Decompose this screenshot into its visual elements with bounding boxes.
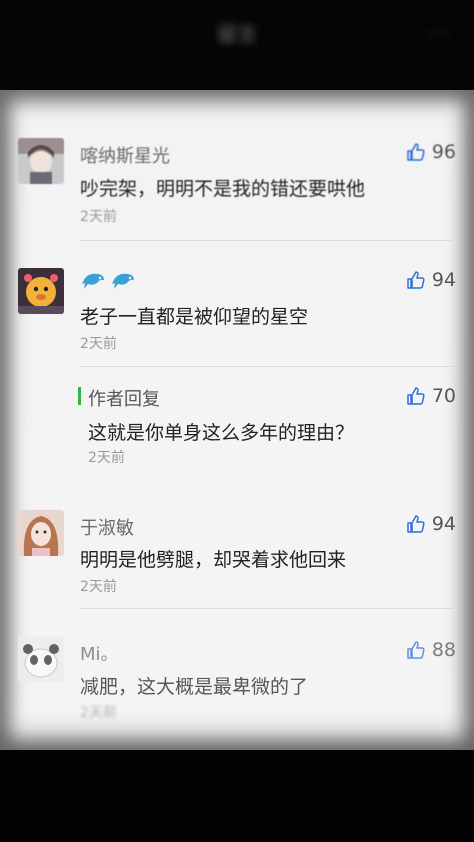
comment-text: 明明是他劈腿，却哭着求他回来 (80, 549, 347, 571)
like-button[interactable]: 70 (406, 384, 456, 408)
comment-list: 喀纳斯星光 96 吵完架，明明不是我的错还要哄他 2天前 94 老子一直都是被仰… (0, 90, 474, 750)
comment-time: 2天前 (80, 209, 117, 225)
nickname-dolphin-emoji[interactable] (80, 270, 136, 292)
like-count: 94 (431, 269, 456, 291)
like-button[interactable]: 94 (406, 268, 456, 292)
author-reply-text: 这就是你单身这么多年的理由？ (88, 422, 355, 444)
like-count: 88 (431, 639, 456, 661)
divider (80, 240, 456, 241)
like-button[interactable]: 88 (406, 638, 456, 662)
bottom-bar (0, 750, 474, 842)
page-title: 留言 (217, 22, 257, 46)
comment-author[interactable]: 于淑敏 (80, 514, 134, 540)
comment-time: 2天前 (80, 336, 117, 352)
comment-time: 2天前 (80, 579, 117, 595)
divider (80, 366, 456, 367)
author-reply-accent (78, 387, 81, 405)
top-bar: 留言 ··· (0, 0, 474, 90)
more-menu-icon[interactable]: ··· (427, 22, 452, 46)
thumbs-up-icon (407, 641, 425, 659)
author-reply-time: 2天前 (88, 450, 125, 466)
like-count: 94 (431, 513, 456, 535)
comment-author[interactable]: Mi。 (80, 640, 119, 666)
thumbs-up-icon (407, 515, 425, 533)
avatar[interactable] (18, 138, 64, 184)
dolphin-icon (82, 273, 104, 289)
dolphin-icon (112, 273, 134, 289)
comment-text: 老子一直都是被仰望的星空 (80, 306, 309, 328)
comment-time: 2天前 (80, 705, 117, 721)
like-count: 96 (431, 141, 456, 163)
author-reply-label: 作者回复 (88, 389, 160, 410)
avatar[interactable] (18, 510, 64, 556)
like-button[interactable]: 94 (406, 512, 456, 536)
comment-author[interactable]: 喀纳斯星光 (80, 142, 170, 168)
avatar[interactable] (18, 636, 64, 682)
comment-text: 吵完架，明明不是我的错还要哄他 (80, 178, 366, 200)
thumbs-up-icon (407, 387, 425, 405)
avatar[interactable] (18, 268, 64, 314)
thumbs-up-icon (407, 143, 425, 161)
like-button[interactable]: 96 (406, 140, 456, 164)
thumbs-up-icon (407, 271, 425, 289)
divider (80, 608, 456, 609)
comment-text: 减肥，这大概是最卑微的了 (80, 676, 309, 698)
like-count: 70 (431, 385, 456, 407)
